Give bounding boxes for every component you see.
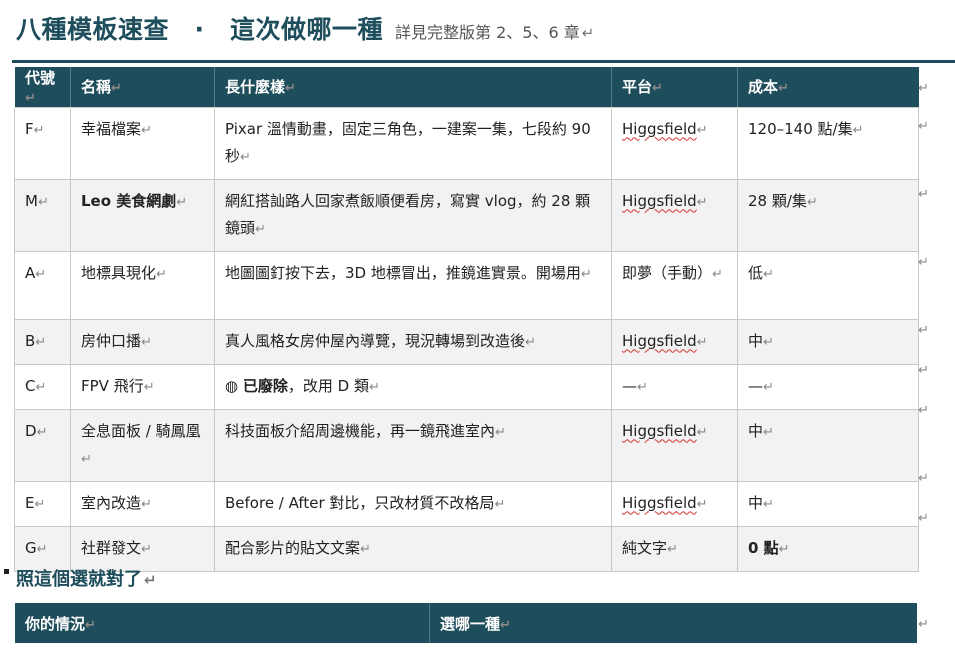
paragraph-mark-icon: ↵ — [918, 323, 929, 338]
cell-desc: 真人風格女房仲屋內導覽，現況轉場到改造後↵ — [214, 318, 612, 365]
cell-platform: Higgsfield↵ — [611, 318, 738, 365]
table-row: A↵ 地標具現化↵ 地圖圖釘按下去，3D 地標冒出，推鏡進實景。開場用↵ 即夢（手動）… — [14, 250, 919, 320]
cell-platform: —↵ — [611, 363, 738, 410]
cell-code: M↵ — [14, 178, 71, 252]
cell-platform: Higgsfield↵ — [611, 480, 738, 527]
cell-cost: 120–140 點/集↵ — [737, 106, 919, 180]
table-row: E↵ 室內改造↵ Before / After 對比，只改材質不改格局↵ Higgsf… — [14, 480, 919, 527]
cell-cost: 中↵ — [737, 408, 919, 482]
paragraph-mark-icon: ↵ — [918, 187, 929, 202]
col-header-code: 代號↵ — [14, 67, 71, 107]
cell-platform: 即夢（手動）↵ — [611, 250, 738, 320]
cell-desc: 地圖圖釘按下去，3D 地標冒出，推鏡進實景。開場用↵ — [214, 250, 612, 320]
table-row: C↵ FPV 飛行↵ ◍ 已廢除，改用 D 類↵ —↵ —↵ — [14, 363, 919, 410]
page-title: 八種模板速查 · 這次做哪一種 — [16, 15, 383, 44]
paragraph-mark-icon: ↵ — [918, 119, 929, 134]
cell-cost: 28 顆/集↵ — [737, 178, 919, 252]
choice-table: 你的情況↵ 選哪一種↵ — [14, 603, 917, 643]
cell-name: 房仲口播↵ — [70, 318, 215, 365]
cell-cost: 中↵ — [737, 480, 919, 527]
cell-desc: 網紅搭訕路人回家煮飯順便看房，寫實 vlog，約 28 顆鏡頭↵ — [214, 178, 612, 252]
paragraph-mark-icon: ↵ — [918, 403, 929, 418]
title-rule — [12, 60, 955, 63]
choice-header-row: 你的情況↵ 選哪一種↵ — [14, 603, 917, 643]
paragraph-mark-icon: ↵ — [918, 511, 929, 526]
table-header-row: 代號↵ 名稱↵ 長什麼樣↵ 平台↵ 成本↵ — [14, 67, 919, 107]
col-header-platform: 平台↵ — [611, 67, 738, 107]
cell-desc: 科技面板介紹周邊機能，再一鏡飛進室內↵ — [214, 408, 612, 482]
table-row: F↵ 幸福檔案↵ Pixar 溫情動畫，固定三角色，一建案一集，七段約 90 秒↵ H… — [14, 106, 919, 180]
cell-desc: Before / After 對比，只改材質不改格局↵ — [214, 480, 612, 527]
table-row: M↵ Leo 美食網劇↵ 網紅搭訕路人回家煮飯順便看房，寫實 vlog，約 28 顆… — [14, 178, 919, 252]
cell-code: B↵ — [14, 318, 71, 365]
cell-platform: Higgsfield↵ — [611, 178, 738, 252]
banned-icon: ◍ — [225, 376, 239, 395]
col-header-situation: 你的情況↵ — [14, 603, 430, 643]
col-header-choice: 選哪一種↵ — [429, 603, 917, 643]
col-header-name: 名稱↵ — [70, 67, 215, 107]
cell-code: F↵ — [14, 106, 71, 180]
cell-cost: 中↵ — [737, 318, 919, 365]
templates-table: 代號↵ 名稱↵ 長什麼樣↵ 平台↵ 成本↵ F↵ 幸福檔案↵ Pixar 溫情動畫，… — [14, 67, 919, 572]
paragraph-mark-icon: ↵ — [918, 81, 929, 96]
col-header-desc: 長什麼樣↵ — [214, 67, 612, 107]
cell-platform: Higgsfield↵ — [611, 408, 738, 482]
paragraph-mark-icon: ↵ — [918, 363, 929, 378]
page-title-row: 八種模板速查 · 這次做哪一種 詳見完整版第 2、5、6 章 ↵ — [16, 10, 594, 46]
cell-cost: 低↵ — [737, 250, 919, 320]
cell-desc: ◍ 已廢除，改用 D 類↵ — [214, 363, 612, 410]
paragraph-mark-icon: ↵ — [581, 24, 595, 42]
cell-name: 全息面板 / 騎鳳凰↵ — [70, 408, 215, 482]
col-header-cost: 成本↵ — [737, 67, 919, 107]
table-row: B↵ 房仲口播↵ 真人風格女房仲屋內導覽，現況轉場到改造後↵ Higgsfield↵ 中… — [14, 318, 919, 365]
cell-code: D↵ — [14, 408, 71, 482]
section-bullet — [4, 569, 9, 574]
paragraph-mark-icon: ↵ — [918, 255, 929, 270]
section-heading: 照這個選就對了 ↵ — [16, 569, 157, 590]
table-row: D↵ 全息面板 / 騎鳳凰↵ 科技面板介紹周邊機能，再一鏡飛進室內↵ Higgsfie… — [14, 408, 919, 482]
cell-name: Leo 美食網劇↵ — [70, 178, 215, 252]
cell-name: FPV 飛行↵ — [70, 363, 215, 410]
cell-platform: Higgsfield↵ — [611, 106, 738, 180]
page-subtitle: 詳見完整版第 2、5、6 章 — [395, 23, 580, 42]
cell-code: E↵ — [14, 480, 71, 527]
cell-name: 室內改造↵ — [70, 480, 215, 527]
cell-cost: —↵ — [737, 363, 919, 410]
cell-platform: 純文字↵ — [611, 525, 738, 572]
cell-code: C↵ — [14, 363, 71, 410]
paragraph-mark-icon: ↵ — [918, 617, 929, 632]
cell-name: 幸福檔案↵ — [70, 106, 215, 180]
cell-desc: 配合影片的貼文文案↵ — [214, 525, 612, 572]
cell-desc: Pixar 溫情動畫，固定三角色，一建案一集，七段約 90 秒↵ — [214, 106, 612, 180]
cell-code: A↵ — [14, 250, 71, 320]
paragraph-mark-icon: ↵ — [918, 471, 929, 486]
cell-cost: 0 點↵ — [737, 525, 919, 572]
cell-name: 地標具現化↵ — [70, 250, 215, 320]
